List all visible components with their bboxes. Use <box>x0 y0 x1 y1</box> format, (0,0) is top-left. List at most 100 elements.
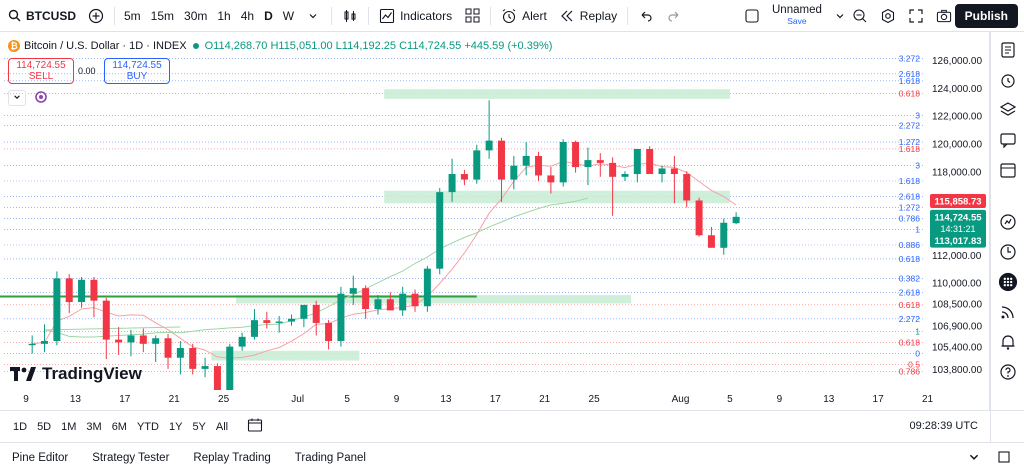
fib-level-label: 2.272 <box>899 120 921 130</box>
bitcoin-icon: ₿ <box>8 40 20 52</box>
price-axis-tick: 106,900.00 <box>932 322 982 333</box>
range-1m[interactable]: 1M <box>56 421 81 433</box>
time-axis-tick: 17 <box>119 394 131 405</box>
candle-body <box>41 341 49 344</box>
replay-label: Replay <box>579 8 618 23</box>
candle-body <box>609 162 617 177</box>
candle-body <box>497 140 505 180</box>
grid-icon <box>464 8 480 24</box>
time-axis-tick: 17 <box>872 394 884 405</box>
time-axis-tick: 9 <box>776 394 783 405</box>
compare-symbol-button[interactable] <box>82 0 110 32</box>
range-1y[interactable]: 1Y <box>164 421 187 433</box>
templates-button[interactable] <box>458 0 486 32</box>
legend-collapse-button[interactable] <box>8 90 26 106</box>
replay-button[interactable]: Replay <box>553 0 623 32</box>
candle-body <box>374 299 382 310</box>
price-chart[interactable]: 3.2722.6181.6180.61832.2721.2721.61831.6… <box>0 32 990 390</box>
symbol-search[interactable]: BTCUSD <box>0 0 82 32</box>
interval-dropdown[interactable] <box>299 0 327 32</box>
interval-1h[interactable]: 1h <box>212 9 235 23</box>
fib-level-label: 0.618 <box>899 254 921 264</box>
interval-30m[interactable]: 30m <box>179 9 212 23</box>
chat-icon[interactable] <box>998 130 1018 150</box>
time-axis-tick: 21 <box>921 394 934 405</box>
candle-body <box>362 288 370 310</box>
redo-button[interactable] <box>660 0 688 32</box>
publish-button[interactable]: Publish <box>954 4 1018 28</box>
tab-trading-panel[interactable]: Trading Panel <box>283 452 378 464</box>
interval-d[interactable]: D <box>259 9 278 23</box>
alert-button[interactable]: Alert <box>495 0 553 32</box>
time-axis[interactable]: 9 13 17 21 25 Jul 5 9 13 17 21 25 Aug 5 9 13 17 21 <box>0 390 990 410</box>
price-tag-value: 113,017.83 <box>934 236 981 247</box>
settings-icon[interactable] <box>880 8 896 24</box>
range-6m[interactable]: 6M <box>107 421 132 433</box>
interval-w[interactable]: W <box>278 9 299 23</box>
range-all[interactable]: All <box>211 421 233 433</box>
candle-body <box>547 175 555 183</box>
range-ytd[interactable]: YTD <box>132 421 164 433</box>
time-axis-tick: 25 <box>588 394 600 405</box>
tab-strategy-tester[interactable]: Strategy Tester <box>80 452 181 464</box>
fullscreen-icon[interactable] <box>908 8 924 24</box>
camera-icon[interactable] <box>936 8 952 24</box>
range-buttons: 1D 5D 1M 3M 6M YTD 1Y 5Y All <box>0 421 233 433</box>
notification-bell-icon[interactable] <box>998 332 1018 352</box>
quick-search-icon[interactable] <box>852 8 868 24</box>
candle-body <box>584 160 592 168</box>
candle-body <box>201 366 209 369</box>
layout-name-button[interactable]: Unnamed Save <box>744 0 848 32</box>
sell-button[interactable]: 114,724.55 SELL <box>8 58 74 84</box>
date-range-bar: 1D 5D 1M 3M 6M YTD 1Y 5Y All 09:28:39 UTC <box>0 410 1024 442</box>
broadcast-icon[interactable] <box>998 302 1018 322</box>
data-window-icon[interactable] <box>998 212 1018 232</box>
interval-15m[interactable]: 15m <box>146 9 179 23</box>
hotlist-icon[interactable] <box>998 242 1018 262</box>
candle-body <box>732 216 740 224</box>
supply-demand-zone <box>384 89 730 99</box>
goto-date-button[interactable] <box>247 417 263 436</box>
candle-body <box>572 142 580 168</box>
calendar-icon[interactable] <box>998 160 1018 180</box>
candle-body <box>411 293 419 307</box>
price-axis-tick: 118,000.00 <box>932 167 982 178</box>
maximize-panel-button[interactable] <box>998 451 1010 466</box>
chart-pane[interactable]: 3.272 2.618 1.618 0.618 3 2.272 1.272 1.618 3 1.6… <box>0 32 990 410</box>
candle-body <box>448 174 456 193</box>
help-icon[interactable] <box>998 362 1018 382</box>
price-axis-tick: 108,500.00 <box>932 299 982 310</box>
collapse-panel-button[interactable] <box>968 451 980 466</box>
utc-clock[interactable]: 09:28:39 UTC <box>910 420 978 432</box>
price-tag-countdown: 14:31:21 <box>940 224 975 234</box>
layers-icon[interactable] <box>998 100 1018 120</box>
interval-5m[interactable]: 5m <box>119 9 146 23</box>
range-3m[interactable]: 3M <box>81 421 106 433</box>
tab-replay-trading[interactable]: Replay Trading <box>181 452 282 464</box>
tab-pine-editor[interactable]: Pine Editor <box>0 452 80 464</box>
interval-4h[interactable]: 4h <box>236 9 259 23</box>
candle-body <box>263 320 271 323</box>
candle-body <box>460 174 468 180</box>
fib-level-label: 1.618 <box>899 176 921 186</box>
chevron-down-icon[interactable] <box>832 8 848 24</box>
range-1d[interactable]: 1D <box>8 421 32 433</box>
range-5d[interactable]: 5D <box>32 421 56 433</box>
watchlist-icon[interactable] <box>998 40 1018 60</box>
apps-icon[interactable] <box>998 272 1018 292</box>
right-top-icons <box>852 8 952 24</box>
buy-button[interactable]: 114,724.55 BUY <box>104 58 170 84</box>
alarm-clock-icon[interactable] <box>998 70 1018 90</box>
candle-body <box>633 148 641 175</box>
indicators-button[interactable]: Indicators <box>373 0 458 32</box>
candle-body <box>312 304 320 323</box>
top-toolbar: BTCUSD 5m 15m 30m 1h 4h D W Indicators Alert <box>0 0 1024 32</box>
candle-body <box>436 192 444 269</box>
sync-button[interactable] <box>32 90 50 106</box>
undo-button[interactable] <box>632 0 660 32</box>
range-5y[interactable]: 5Y <box>187 421 210 433</box>
legend-title[interactable]: Bitcoin / U.S. Dollar · 1D · INDEX <box>24 40 187 52</box>
tradingview-icon <box>10 367 36 381</box>
time-axis-tick: 5 <box>344 394 350 405</box>
chart-type-button[interactable] <box>336 0 364 32</box>
